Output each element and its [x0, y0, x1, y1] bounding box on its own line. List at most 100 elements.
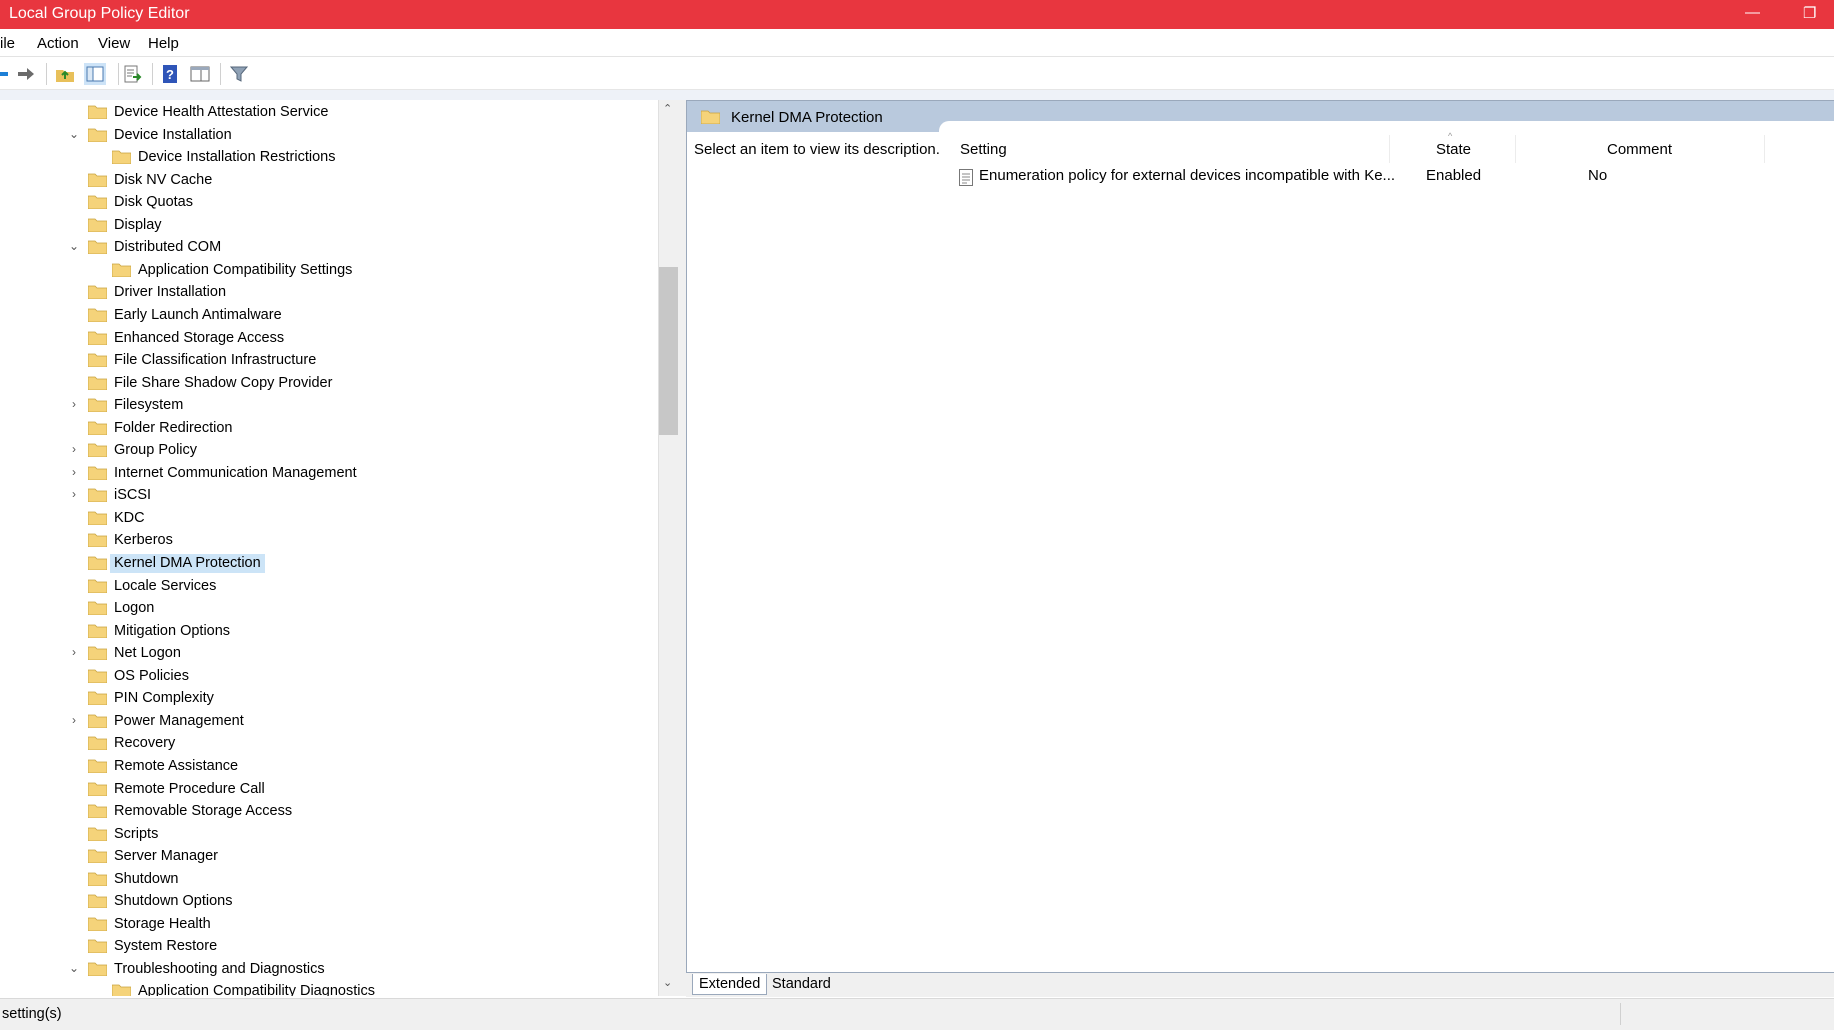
toolbar-separator: [46, 63, 47, 85]
description-text: Select an item to view its description.: [694, 141, 940, 158]
tree-item[interactable]: › iSCSI: [0, 484, 640, 506]
tree-item[interactable]: OS Policies: [0, 665, 640, 687]
column-header-setting[interactable]: Setting: [960, 141, 1007, 158]
tree-item-label: Storage Health: [114, 915, 211, 932]
tree-item[interactable]: Mitigation Options: [0, 620, 640, 642]
chevron-down-icon[interactable]: ⌄: [67, 960, 81, 976]
tree-item[interactable]: Kernel DMA Protection: [0, 552, 640, 574]
tree-item[interactable]: Locale Services: [0, 575, 640, 597]
tree-item[interactable]: ⌄ Distributed COM: [0, 236, 640, 258]
tree-item[interactable]: › Group Policy: [0, 439, 640, 461]
tree-item[interactable]: Remote Assistance: [0, 755, 640, 777]
navigation-tree[interactable]: Device Health Attestation Service ⌄ Device…: [0, 100, 658, 996]
tree-item[interactable]: › Power Management: [0, 710, 640, 732]
menu-file[interactable]: ile: [0, 35, 15, 52]
folder-icon: [88, 421, 107, 435]
tree-item-label: Folder Redirection: [114, 419, 233, 436]
tree-item-label: Net Logon: [114, 645, 181, 662]
tree-item[interactable]: › Net Logon: [0, 642, 640, 664]
tree-item[interactable]: File Classification Infrastructure: [0, 349, 640, 371]
column-header-state[interactable]: State: [1436, 141, 1471, 158]
tree-item[interactable]: Folder Redirection: [0, 417, 640, 439]
folder-icon: [88, 646, 107, 661]
chevron-down-icon[interactable]: ⌄: [67, 126, 81, 142]
pane-splitter[interactable]: [678, 100, 686, 996]
chevron-right-icon[interactable]: ›: [67, 396, 81, 412]
tree-item[interactable]: Device Health Attestation Service: [0, 101, 640, 123]
table-row[interactable]: Enumeration policy for external devices …: [957, 167, 1827, 189]
tree-item[interactable]: › Filesystem: [0, 394, 640, 416]
tree-item-label: KDC: [114, 509, 145, 526]
chevron-right-icon[interactable]: ›: [67, 486, 81, 502]
help-icon[interactable]: ?: [161, 64, 181, 84]
scroll-up-icon[interactable]: ⌃: [663, 102, 672, 115]
folder-icon: [88, 534, 107, 548]
tree-item-label: Kernel DMA Protection: [110, 554, 265, 573]
tree-item[interactable]: Kerberos: [0, 529, 640, 551]
folder-icon: [88, 669, 107, 683]
tree-item[interactable]: Logon: [0, 597, 640, 619]
tree-item[interactable]: Application Compatibility Settings: [0, 259, 640, 281]
tree-item[interactable]: Application Compatibility Diagnostics: [0, 980, 640, 996]
tree-item[interactable]: ⌄ Device Installation: [0, 124, 640, 146]
scrollbar-thumb[interactable]: [659, 267, 678, 435]
tree-item[interactable]: Enhanced Storage Access: [0, 327, 640, 349]
folder-icon: [88, 917, 107, 931]
folder-icon: [88, 511, 107, 525]
tree-item[interactable]: System Restore: [0, 935, 640, 957]
column-header-comment[interactable]: Comment: [1607, 141, 1672, 158]
up-folder-icon[interactable]: [55, 64, 75, 84]
chevron-right-icon[interactable]: ›: [67, 464, 81, 480]
tree-item[interactable]: Device Installation Restrictions: [0, 146, 640, 168]
row-setting: Enumeration policy for external devices …: [979, 167, 1396, 184]
tree-item[interactable]: Disk NV Cache: [0, 169, 640, 191]
tree-item[interactable]: Shutdown Options: [0, 890, 640, 912]
tree-item[interactable]: Server Manager: [0, 845, 640, 867]
chevron-right-icon[interactable]: ›: [67, 441, 81, 457]
minimize-icon[interactable]: —: [1745, 4, 1760, 21]
tree-item[interactable]: ⌄ Troubleshooting and Diagnostics: [0, 958, 640, 980]
tree-item-label: Disk NV Cache: [114, 171, 213, 188]
row-state: Enabled: [1426, 167, 1482, 184]
tree-item[interactable]: › Internet Communication Management: [0, 462, 640, 484]
tree-item[interactable]: Scripts: [0, 823, 640, 845]
tree-item[interactable]: Shutdown: [0, 868, 640, 890]
filter-icon[interactable]: [229, 64, 249, 84]
show-hide-action-pane-icon[interactable]: [190, 64, 210, 84]
menu-view[interactable]: View: [98, 35, 130, 52]
tab-extended[interactable]: Extended: [692, 974, 768, 995]
back-arrow-icon[interactable]: [0, 64, 10, 84]
toolbar: ?: [0, 57, 1834, 90]
menu-help[interactable]: Help: [148, 35, 179, 52]
tree-item-label: OS Policies: [114, 667, 189, 684]
toolbar-separator: [118, 63, 119, 85]
tree-item-label: Shutdown Options: [114, 893, 233, 910]
folder-icon: [88, 894, 107, 909]
tree-item[interactable]: Driver Installation: [0, 281, 640, 303]
tree-item-label: Remote Procedure Call: [114, 780, 265, 797]
tree-item[interactable]: Disk Quotas: [0, 191, 640, 213]
tree-item[interactable]: PIN Complexity: [0, 687, 640, 709]
tree-item[interactable]: Remote Procedure Call: [0, 778, 640, 800]
menu-action[interactable]: Action: [37, 35, 79, 52]
tree-item[interactable]: Recovery: [0, 732, 640, 754]
tree-item[interactable]: Display: [0, 214, 640, 236]
forward-arrow-icon[interactable]: [16, 64, 36, 84]
tree-item[interactable]: KDC: [0, 507, 640, 529]
chevron-right-icon[interactable]: ›: [67, 644, 81, 660]
folder-icon: [88, 308, 107, 322]
tree-item-label: Kerberos: [114, 532, 173, 549]
tree-item[interactable]: Early Launch Antimalware: [0, 304, 640, 326]
export-list-icon[interactable]: [123, 64, 143, 84]
scroll-down-icon[interactable]: ⌄: [663, 976, 672, 989]
tree-item[interactable]: Storage Health: [0, 913, 640, 935]
tree-item[interactable]: Removable Storage Access: [0, 800, 640, 822]
tree-scrollbar[interactable]: ⌃ ⌄: [658, 100, 679, 996]
restore-icon[interactable]: ❐: [1803, 4, 1816, 22]
chevron-down-icon[interactable]: ⌄: [67, 238, 81, 254]
show-hide-tree-icon[interactable]: [84, 63, 106, 85]
tree-item[interactable]: File Share Shadow Copy Provider: [0, 372, 640, 394]
chevron-right-icon[interactable]: ›: [67, 712, 81, 728]
tab-standard[interactable]: Standard: [768, 976, 835, 992]
tree-item-label: iSCSI: [114, 487, 152, 504]
